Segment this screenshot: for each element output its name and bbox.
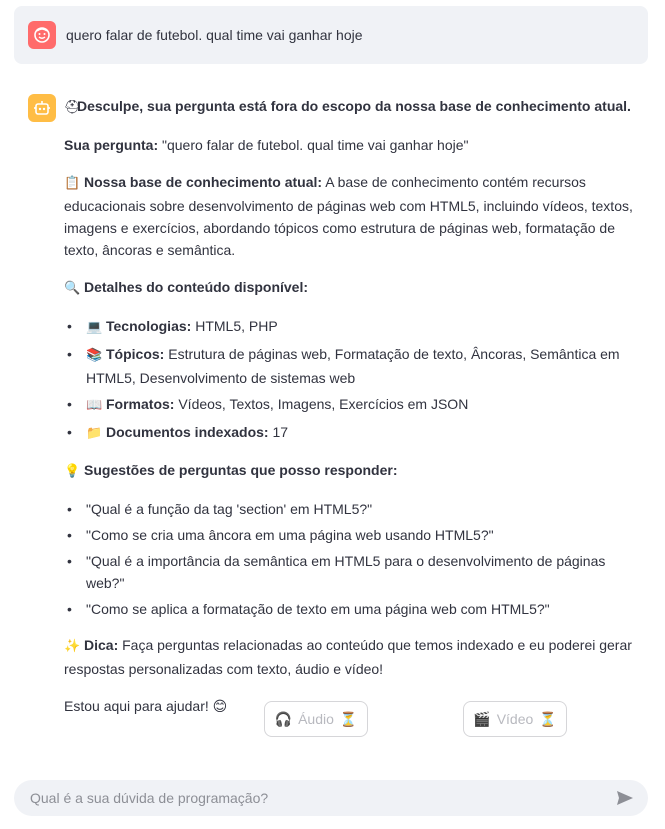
hourglass-icon: ⏳ <box>539 710 557 727</box>
bot-heading: ⛑Desculpe, sua pergunta está fora do esc… <box>64 95 644 119</box>
headphones-icon: 🎧 <box>274 710 293 727</box>
video-label: Vídeo <box>496 711 534 727</box>
magnifier-icon: 🔍 <box>64 281 81 296</box>
question-text: "quero falar de futebol. qual time vai g… <box>158 137 469 153</box>
list-item: 💻Tecnologias: HTML5, PHP <box>64 315 644 339</box>
list-item: "Como se aplica a formatação de texto em… <box>64 598 644 620</box>
hourglass-icon: ⏳ <box>339 710 358 727</box>
laptop-icon: 💻 <box>86 320 103 335</box>
bot-message: ⛑Desculpe, sua pergunta está fora do esc… <box>64 95 644 732</box>
audio-label: Áudio <box>298 711 334 727</box>
user-message-text: quero falar de futebol. qual time vai ga… <box>66 27 363 43</box>
details-heading: 🔍 Detalhes do conteúdo disponível: <box>64 276 644 300</box>
user-avatar <box>28 21 56 49</box>
clipboard-icon: 📋 <box>64 176 81 191</box>
list-item: "Qual é a função da tag 'section' em HTM… <box>64 498 644 520</box>
question-label: Sua pergunta: <box>64 137 159 153</box>
audio-button[interactable]: 🎧 Áudio ⏳ <box>264 701 368 737</box>
suggestions-heading: 💡 Sugestões de perguntas que posso respon… <box>64 459 644 483</box>
kb-label: Nossa base de conhecimento atual: <box>84 174 323 190</box>
chat-input-bar <box>14 780 648 816</box>
bot-avatar <box>28 94 56 122</box>
list-item: "Como se cria uma âncora em uma página w… <box>64 524 644 546</box>
sparkles-icon: ✨ <box>64 639 81 654</box>
send-button[interactable] <box>614 787 636 809</box>
books-icon: 📚 <box>86 348 103 363</box>
video-button[interactable]: 🎬 Vídeo ⏳ <box>463 701 567 737</box>
suggestions-list: "Qual é a função da tag 'section' em HTM… <box>64 498 644 620</box>
knowledge-base-paragraph: 📋 Nossa base de conhecimento atual: A bas… <box>64 171 644 261</box>
user-message: quero falar de futebol. qual time vai ga… <box>14 6 648 64</box>
open-book-icon: 📖 <box>86 398 103 413</box>
tip-paragraph: ✨ Dica: Faça perguntas relacionadas ao co… <box>64 637 632 677</box>
clapperboard-icon: 🎬 <box>473 710 491 727</box>
list-item: "Qual é a importância da semântica em HT… <box>64 550 644 594</box>
list-item: 📖Formatos: Vídeos, Textos, Imagens, Exer… <box>64 393 644 417</box>
send-icon <box>617 791 633 805</box>
helmet-icon: ⛑ <box>64 100 81 115</box>
chat-input[interactable] <box>30 790 614 806</box>
question-paragraph: Sua pergunta: "quero falar de futebol. q… <box>64 134 644 156</box>
list-item: 📚Tópicos: Estrutura de páginas web, Form… <box>64 343 644 389</box>
smiley-face-icon <box>34 27 50 43</box>
list-item: 📁Documentos indexados: 17 <box>64 421 644 445</box>
lightbulb-icon: 💡 <box>64 464 81 479</box>
details-list: 💻Tecnologias: HTML5, PHP 📚Tópicos: Estru… <box>64 315 644 445</box>
folder-icon: 📁 <box>86 426 103 441</box>
robot-icon <box>34 101 50 115</box>
